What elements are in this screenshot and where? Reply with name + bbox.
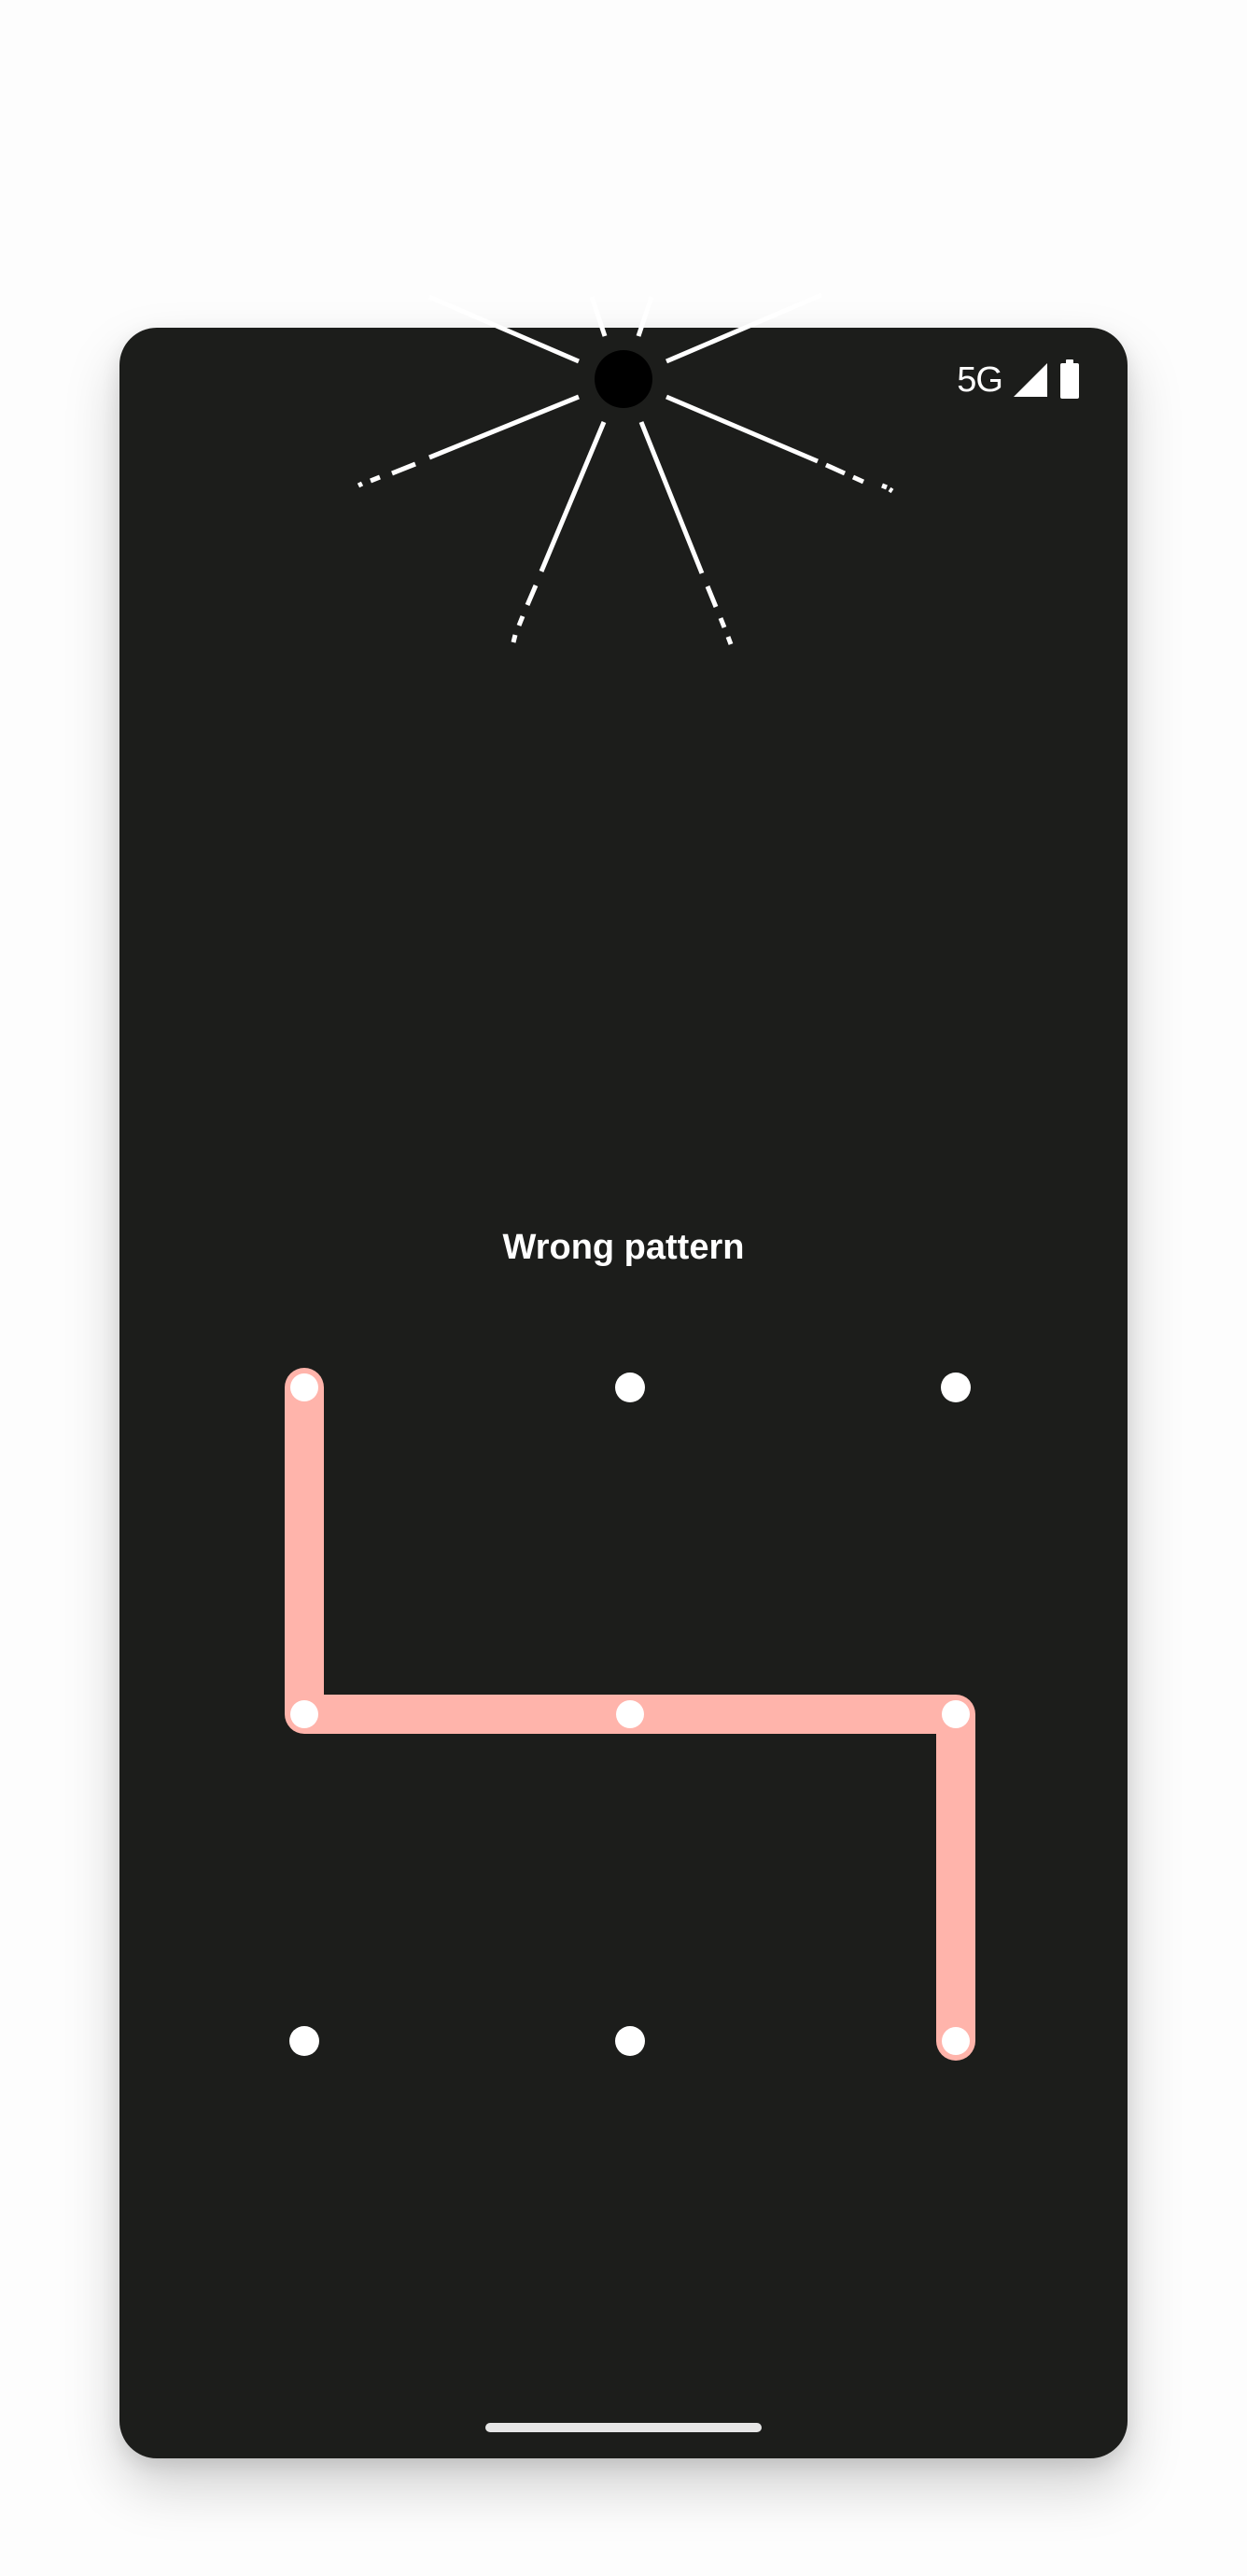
pattern-dot-8[interactable] (615, 2026, 645, 2056)
pattern-dot-4[interactable] (290, 1700, 318, 1728)
pattern-dot-9[interactable] (942, 2027, 970, 2055)
pattern-dot-3[interactable] (941, 1372, 971, 1402)
phone-screen: 5G Wrong pattern (119, 328, 1128, 2458)
pattern-dot-7[interactable] (289, 2026, 319, 2056)
pattern-dot-5[interactable] (616, 1700, 644, 1728)
pattern-dot-2[interactable] (615, 1372, 645, 1402)
pattern-lock-grid[interactable] (119, 328, 1128, 2458)
pattern-dot-1[interactable] (290, 1373, 318, 1401)
home-indicator[interactable] (485, 2423, 762, 2432)
pattern-dot-6[interactable] (942, 1700, 970, 1728)
